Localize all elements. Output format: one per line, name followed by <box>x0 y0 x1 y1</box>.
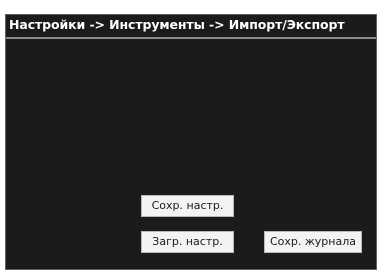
import-export-panel: Настройки -> Инструменты -> Импорт/Экспо… <box>5 14 377 270</box>
breadcrumb-title: Настройки -> Инструменты -> Импорт/Экспо… <box>9 17 345 32</box>
load-settings-button[interactable]: Загр. настр. <box>141 231 234 253</box>
app-window: Настройки -> Инструменты -> Импорт/Экспо… <box>0 0 382 275</box>
save-log-button[interactable]: Сохр. журнала <box>264 231 362 253</box>
save-settings-button[interactable]: Сохр. настр. <box>141 195 234 217</box>
panel-header: Настройки -> Инструменты -> Импорт/Экспо… <box>6 15 376 39</box>
